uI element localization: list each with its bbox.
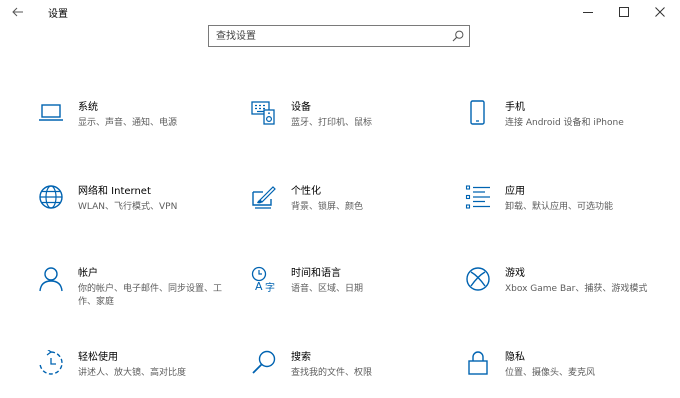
tile-text: 应用 卸载、默认应用、可选功能 — [505, 185, 665, 214]
close-button[interactable] — [644, 0, 676, 24]
minimize-button[interactable] — [572, 0, 604, 24]
svg-text:A: A — [255, 280, 263, 292]
search-glass-icon[interactable] — [452, 30, 464, 42]
tile-text: 帐户 你的帐户、电子邮件、同步设置、工作、家庭 — [78, 267, 238, 309]
svg-text:字: 字 — [265, 281, 275, 292]
tile-gaming[interactable]: 游戏 Xbox Game Bar、捕获、游戏模式 — [465, 266, 665, 326]
tile-desc: 卸载、默认应用、可选功能 — [505, 202, 614, 212]
tile-text: 时间和语言 语音、区域、日期 — [291, 267, 451, 296]
tile-search[interactable]: 搜索 查找我的文件、权限 — [251, 350, 451, 398]
tile-desc: 位置、摄像头、麦克风 — [505, 368, 596, 378]
phone-icon — [470, 100, 485, 125]
paint-brush-icon — [252, 186, 276, 209]
globe-icon — [39, 185, 63, 209]
person-icon — [39, 267, 63, 292]
maximize-button[interactable] — [608, 0, 640, 24]
xbox-icon — [466, 267, 490, 291]
tile-name: 设备 — [291, 102, 311, 113]
tile-name: 游戏 — [505, 268, 525, 279]
tile-phone[interactable]: 手机 连接 Android 设备和 iPhone — [465, 100, 665, 160]
tile-text: 手机 连接 Android 设备和 iPhone — [505, 101, 665, 130]
tile-devices[interactable]: 设备 蓝牙、打印机、鼠标 — [251, 100, 451, 160]
tile-time-language[interactable]: A 字 时间和语言 语音、区域、日期 — [251, 266, 451, 326]
tile-name: 搜索 — [291, 352, 311, 363]
search-input[interactable] — [209, 26, 445, 46]
apps-list-icon — [465, 185, 490, 209]
tile-text: 轻松使用 讲述人、放大镜、高对比度 — [78, 351, 238, 380]
tile-desc: 语音、区域、日期 — [291, 284, 364, 294]
tile-desc: 讲述人、放大镜、高对比度 — [78, 368, 187, 378]
tile-name: 手机 — [505, 102, 525, 113]
tile-ease-of-access[interactable]: 轻松使用 讲述人、放大镜、高对比度 — [38, 350, 238, 398]
tile-desc: WLAN、飞行模式、VPN — [78, 202, 178, 212]
tile-desc: 你的帐户、电子邮件、同步设置、工作、家庭 — [78, 284, 223, 307]
tile-name: 网络和 Internet — [78, 186, 151, 197]
back-arrow-icon — [12, 7, 23, 17]
tile-text: 个性化 背景、锁屏、颜色 — [291, 185, 451, 214]
ease-of-access-icon — [39, 350, 63, 375]
tile-network[interactable]: 网络和 Internet WLAN、飞行模式、VPN — [38, 184, 238, 244]
lock-icon — [468, 351, 488, 375]
maximize-icon — [619, 7, 629, 17]
tile-desc: 蓝牙、打印机、鼠标 — [291, 118, 373, 128]
tile-text: 隐私 位置、摄像头、麦克风 — [505, 351, 665, 380]
time-language-icon: A 字 — [251, 266, 275, 292]
keyboard-speaker-icon — [251, 101, 275, 125]
search-box — [208, 25, 470, 47]
tile-name: 隐私 — [505, 352, 525, 363]
close-icon — [655, 7, 665, 17]
tile-name: 帐户 — [78, 268, 98, 279]
tile-personalization[interactable]: 个性化 背景、锁屏、颜色 — [251, 184, 451, 244]
back-button[interactable] — [6, 2, 30, 22]
tile-text: 游戏 Xbox Game Bar、捕获、游戏模式 — [505, 267, 665, 296]
tile-accounts[interactable]: 帐户 你的帐户、电子邮件、同步设置、工作、家庭 — [38, 266, 238, 326]
search-icon — [252, 350, 276, 374]
settings-window: 设置 系统 显示、声 — [0, 0, 680, 398]
laptop-icon — [39, 104, 63, 121]
tile-desc: Xbox Game Bar、捕获、游戏模式 — [505, 284, 648, 294]
tile-privacy[interactable]: 隐私 位置、摄像头、麦克风 — [465, 350, 665, 398]
tile-desc: 背景、锁屏、颜色 — [291, 202, 364, 212]
tile-apps[interactable]: 应用 卸载、默认应用、可选功能 — [465, 184, 665, 244]
tile-name: 系统 — [78, 102, 98, 113]
title-bar: 设置 — [0, 0, 680, 24]
tile-text: 搜索 查找我的文件、权限 — [291, 351, 451, 380]
tile-text: 设备 蓝牙、打印机、鼠标 — [291, 101, 451, 130]
tile-desc: 连接 Android 设备和 iPhone — [505, 118, 624, 128]
tile-desc: 查找我的文件、权限 — [291, 368, 373, 378]
window-title: 设置 — [48, 9, 68, 20]
tile-text: 网络和 Internet WLAN、飞行模式、VPN — [78, 185, 238, 214]
minimize-icon — [583, 12, 593, 13]
tile-text: 系统 显示、声音、通知、电源 — [78, 101, 238, 130]
tile-desc: 显示、声音、通知、电源 — [78, 118, 178, 128]
tile-name: 轻松使用 — [78, 352, 118, 363]
tile-name: 个性化 — [291, 186, 321, 197]
tile-name: 时间和语言 — [291, 268, 341, 279]
tile-name: 应用 — [505, 186, 525, 197]
tile-system[interactable]: 系统 显示、声音、通知、电源 — [38, 100, 238, 160]
